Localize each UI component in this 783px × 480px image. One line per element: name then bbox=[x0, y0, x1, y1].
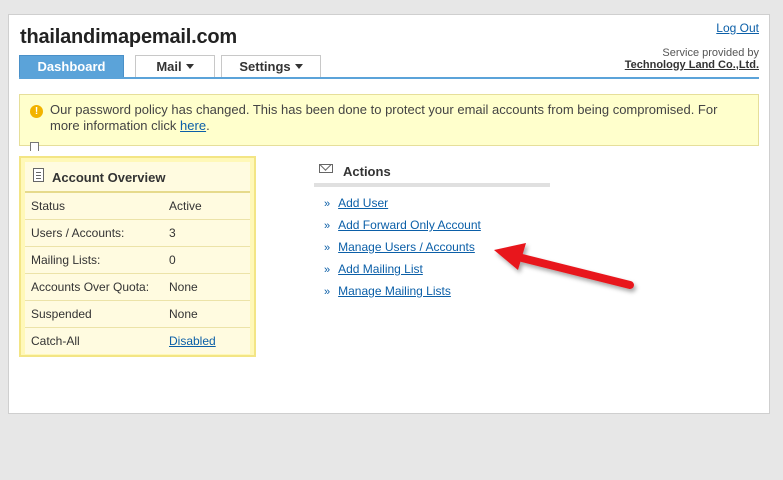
red-pointer-arrow-icon bbox=[494, 243, 634, 289]
